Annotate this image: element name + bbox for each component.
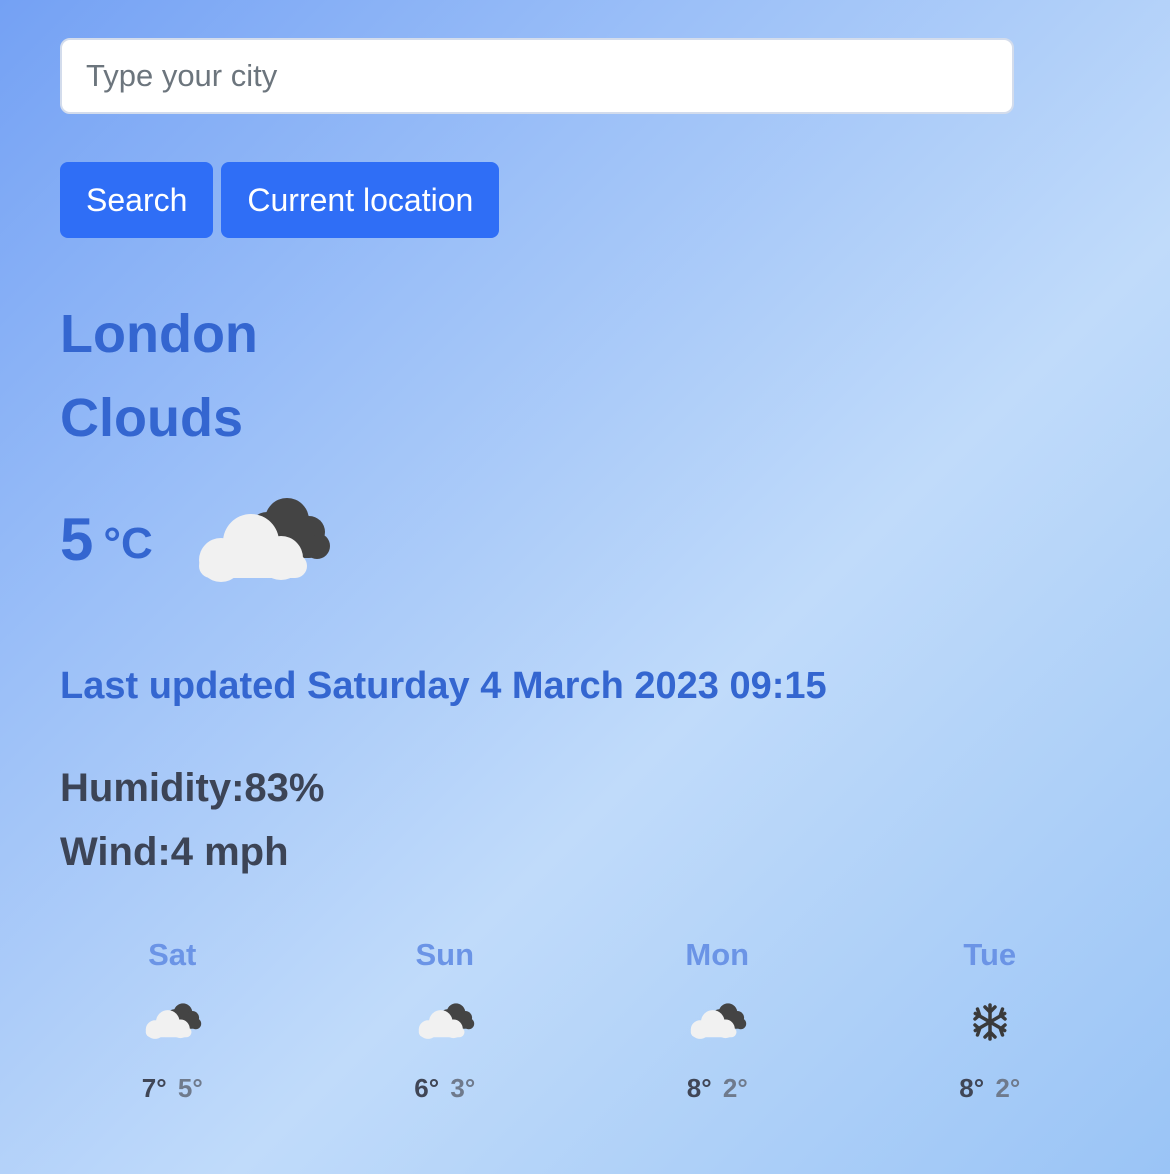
forecast-min: 2° xyxy=(722,1073,748,1103)
cloudy-icon xyxy=(36,986,309,1058)
forecast-max: 8° xyxy=(959,1073,985,1103)
last-updated: Last updated Saturday 4 March 2023 09:15 xyxy=(60,665,827,707)
cloudy-icon xyxy=(189,490,333,599)
city-name: London xyxy=(60,304,258,364)
forecast-temps: 7° 5° xyxy=(36,1070,309,1106)
forecast-day: Tue 8° 2° xyxy=(854,930,1127,1106)
forecast-day-name: Tue xyxy=(963,937,1017,972)
forecast-temps: 6° 3° xyxy=(309,1070,582,1106)
forecast-max: 8° xyxy=(686,1073,712,1103)
forecast-min: 3° xyxy=(450,1073,476,1103)
current-temperature: 5 xyxy=(60,506,94,573)
forecast-min: 2° xyxy=(995,1073,1021,1103)
temperature-unit-toggle[interactable]: °C xyxy=(103,500,152,584)
forecast-max: 6° xyxy=(414,1073,440,1103)
wind: Wind:4 mph xyxy=(60,830,289,874)
forecast-day: Sat 7° 5° xyxy=(36,930,309,1106)
action-buttons: Search Current location xyxy=(60,162,1110,238)
weather-condition: Clouds xyxy=(60,388,243,448)
weather-app: Search Current location London Clouds 5 … xyxy=(60,38,1110,884)
current-location-button[interactable]: Current location xyxy=(221,162,500,238)
weather-details: Humidity:83% Wind:4 mph xyxy=(60,756,1110,884)
cloudy-icon xyxy=(581,986,854,1058)
forecast-day-name: Mon xyxy=(685,937,750,972)
forecast-temps: 8° 2° xyxy=(581,1070,854,1106)
forecast: Sat 7° 5° Sun 6° 3° Mon 8° 2° Tue 8° 2° xyxy=(36,930,1126,1106)
snowflake-icon xyxy=(854,986,1127,1058)
humidity: Humidity:83% xyxy=(60,766,325,810)
cloudy-icon xyxy=(309,986,582,1058)
forecast-day: Sun 6° 3° xyxy=(309,930,582,1106)
forecast-max: 7° xyxy=(141,1073,167,1103)
current-weather: 5 °C xyxy=(60,498,1110,640)
forecast-min: 5° xyxy=(177,1073,203,1103)
forecast-day-name: Sat xyxy=(148,937,197,972)
city-search-input[interactable] xyxy=(60,38,1014,114)
search-button[interactable]: Search xyxy=(60,162,214,238)
forecast-temps: 8° 2° xyxy=(854,1070,1127,1106)
forecast-day-name: Sun xyxy=(415,937,475,972)
forecast-day: Mon 8° 2° xyxy=(581,930,854,1106)
